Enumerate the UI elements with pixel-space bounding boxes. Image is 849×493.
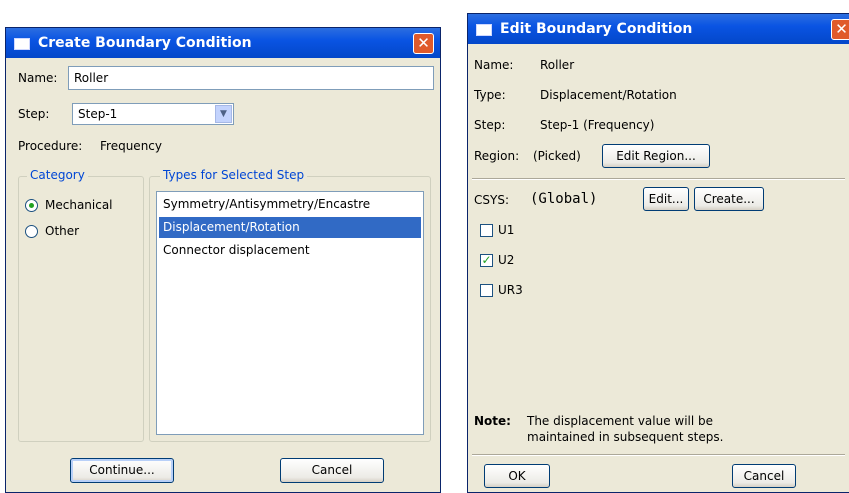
name-value: Roller [540,58,575,72]
window-icon [14,38,30,50]
checkbox-u1[interactable] [480,224,493,237]
types-legend: Types for Selected Step [160,168,308,182]
procedure-value: Frequency [100,139,162,153]
note-label: Note: [474,414,511,428]
separator [472,454,845,456]
dialog-title: Edit Boundary Condition [500,21,693,37]
name-label: Name: [474,58,514,72]
dialog-title: Create Boundary Condition [38,35,252,51]
note-line-1: The displacement value will be [527,414,714,428]
dof-ur3[interactable]: UR3 [480,282,540,300]
name-label: Name: [18,71,58,85]
list-item-label: Symmetry/Antisymmetry/Encastre [163,197,371,211]
dof-u2[interactable]: ✓ U2 [480,252,540,270]
list-item-label: Connector displacement [163,243,310,257]
csys-edit-label: Edit... [648,192,684,206]
edit-region-label: Edit Region... [616,149,696,163]
radio-button[interactable] [25,225,38,238]
csys-edit-button[interactable]: Edit... [643,187,689,211]
step-value: Step-1 (Frequency) [540,118,655,132]
checkbox-u2-checked[interactable]: ✓ [480,254,493,267]
list-item[interactable]: Connector displacement [159,240,421,261]
step-label: Step: [474,118,506,132]
csys-create-button[interactable]: Create... [694,187,764,211]
note-line-2: maintained in subsequent steps. [527,430,724,444]
category-group: Category Mechanical Other [18,168,144,442]
types-group: Types for Selected Step Symmetry/Antisym… [149,168,431,442]
title-bar: Create Boundary Condition ✕ [6,28,440,58]
close-icon: ✕ [835,20,848,38]
checkbox-ur3[interactable] [480,284,493,297]
region-label: Region: [474,149,520,163]
csys-create-label: Create... [703,192,755,206]
cancel-button[interactable]: Cancel [732,464,796,488]
cancel-button[interactable]: Cancel [280,458,384,483]
radio-mechanical-label: Mechanical [45,198,113,212]
dof-u1-label: U1 [498,223,515,237]
edit-boundary-condition-dialog: Edit Boundary Condition ✕ Name: Roller T… [467,13,849,493]
radio-other-label: Other [45,224,80,238]
csys-label: CSYS: [474,193,509,207]
ok-label: OK [508,469,526,483]
step-label: Step: [18,107,50,121]
name-field[interactable]: Roller [68,66,434,90]
close-button[interactable]: ✕ [413,33,434,54]
list-item[interactable]: Symmetry/Antisymmetry/Encastre [159,194,421,215]
radio-other[interactable]: Other [25,223,139,241]
chevron-down-icon[interactable]: ▼ [215,105,232,123]
step-select[interactable]: Step-1 ▼ [72,103,234,125]
csys-value: (Global) [530,191,598,207]
cancel-label: Cancel [311,463,353,477]
dof-ur3-label: UR3 [498,283,523,297]
type-value: Displacement/Rotation [540,88,677,102]
continue-label: Continue... [89,463,155,477]
name-value: Roller [74,71,109,85]
close-button[interactable]: ✕ [831,19,849,40]
region-value: (Picked) [533,149,581,163]
title-bar: Edit Boundary Condition ✕ [468,14,849,44]
list-item-label: Displacement/Rotation [163,220,300,234]
category-legend: Category [27,168,88,182]
radio-mechanical[interactable]: Mechanical [25,197,139,215]
edit-region-button[interactable]: Edit Region... [602,144,710,168]
separator [472,178,845,180]
close-icon: ✕ [417,34,430,52]
list-item-selected[interactable]: Displacement/Rotation [159,217,421,238]
procedure-label: Procedure: [18,139,83,153]
dof-u2-label: U2 [498,253,515,267]
create-boundary-condition-dialog: Create Boundary Condition ✕ Name: Roller… [5,27,441,493]
types-list[interactable]: Symmetry/Antisymmetry/Encastre Displacem… [156,191,424,435]
window-icon [476,24,492,36]
radio-button-selected[interactable] [25,199,38,212]
continue-button[interactable]: Continue... [70,458,174,483]
ok-button[interactable]: OK [484,464,550,488]
type-label: Type: [474,88,506,102]
cancel-label: Cancel [743,469,785,483]
step-value: Step-1 [78,107,118,121]
dof-u1[interactable]: U1 [480,222,540,240]
